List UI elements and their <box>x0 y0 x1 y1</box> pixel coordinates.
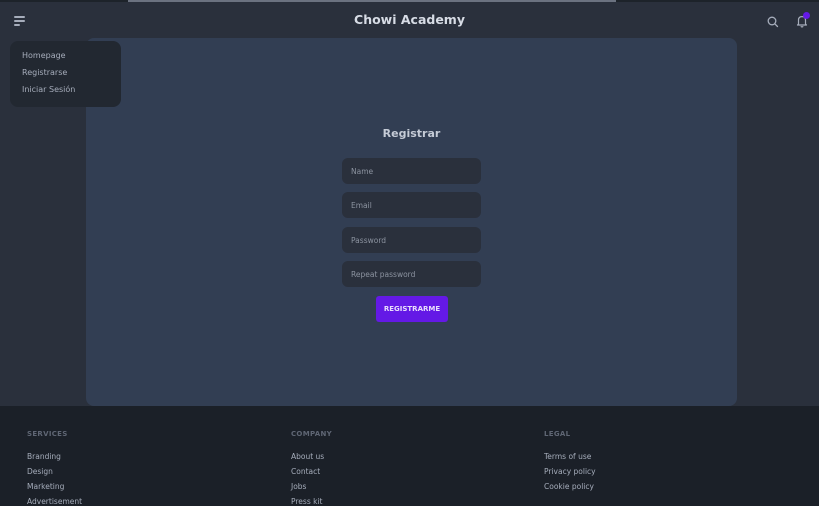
notification-badge <box>803 12 810 19</box>
footer-link-design[interactable]: Design <box>27 464 82 479</box>
footer-link-jobs[interactable]: Jobs <box>291 479 332 494</box>
register-button[interactable]: REGISTRARME <box>376 296 448 322</box>
hamburger-icon[interactable] <box>14 15 28 27</box>
footer-link-press-kit[interactable]: Press kit <box>291 494 332 506</box>
nav-dropdown-menu: Homepage Registrarse Iniciar Sesión <box>10 41 121 107</box>
footer-link-contact[interactable]: Contact <box>291 464 332 479</box>
bell-icon[interactable] <box>794 12 810 29</box>
footer-link-terms-of-use[interactable]: Terms of use <box>544 449 596 464</box>
footer-link-marketing[interactable]: Marketing <box>27 479 82 494</box>
menu-item-registrarse[interactable]: Registrarse <box>10 64 121 81</box>
menu-item-homepage[interactable]: Homepage <box>10 47 121 64</box>
footer-services-column: SERVICES Branding Design Marketing Adver… <box>27 430 82 506</box>
footer-legal-column: LEGAL Terms of use Privacy policy Cookie… <box>544 430 596 494</box>
name-input[interactable] <box>342 158 481 184</box>
content-card <box>86 38 737 406</box>
footer-link-branding[interactable]: Branding <box>27 449 82 464</box>
navbar: Chowi Academy <box>0 2 819 40</box>
email-input[interactable] <box>342 192 481 218</box>
footer-company-column: COMPANY About us Contact Jobs Press kit <box>291 430 332 506</box>
form-title: Registrar <box>382 127 441 140</box>
footer-link-advertisement[interactable]: Advertisement <box>27 494 82 506</box>
footer-services-title: SERVICES <box>27 430 68 438</box>
footer: SERVICES Branding Design Marketing Adver… <box>0 406 819 506</box>
menu-item-iniciar-sesion[interactable]: Iniciar Sesión <box>10 81 121 98</box>
footer-company-title: COMPANY <box>291 430 332 438</box>
search-icon[interactable] <box>766 14 780 28</box>
password-input[interactable] <box>342 227 481 253</box>
footer-link-about-us[interactable]: About us <box>291 449 332 464</box>
footer-legal-title: LEGAL <box>544 430 571 438</box>
footer-link-privacy-policy[interactable]: Privacy policy <box>544 464 596 479</box>
brand-title: Chowi Academy <box>354 12 465 27</box>
footer-link-cookie-policy[interactable]: Cookie policy <box>544 479 596 494</box>
repeat-password-input[interactable] <box>342 261 481 287</box>
